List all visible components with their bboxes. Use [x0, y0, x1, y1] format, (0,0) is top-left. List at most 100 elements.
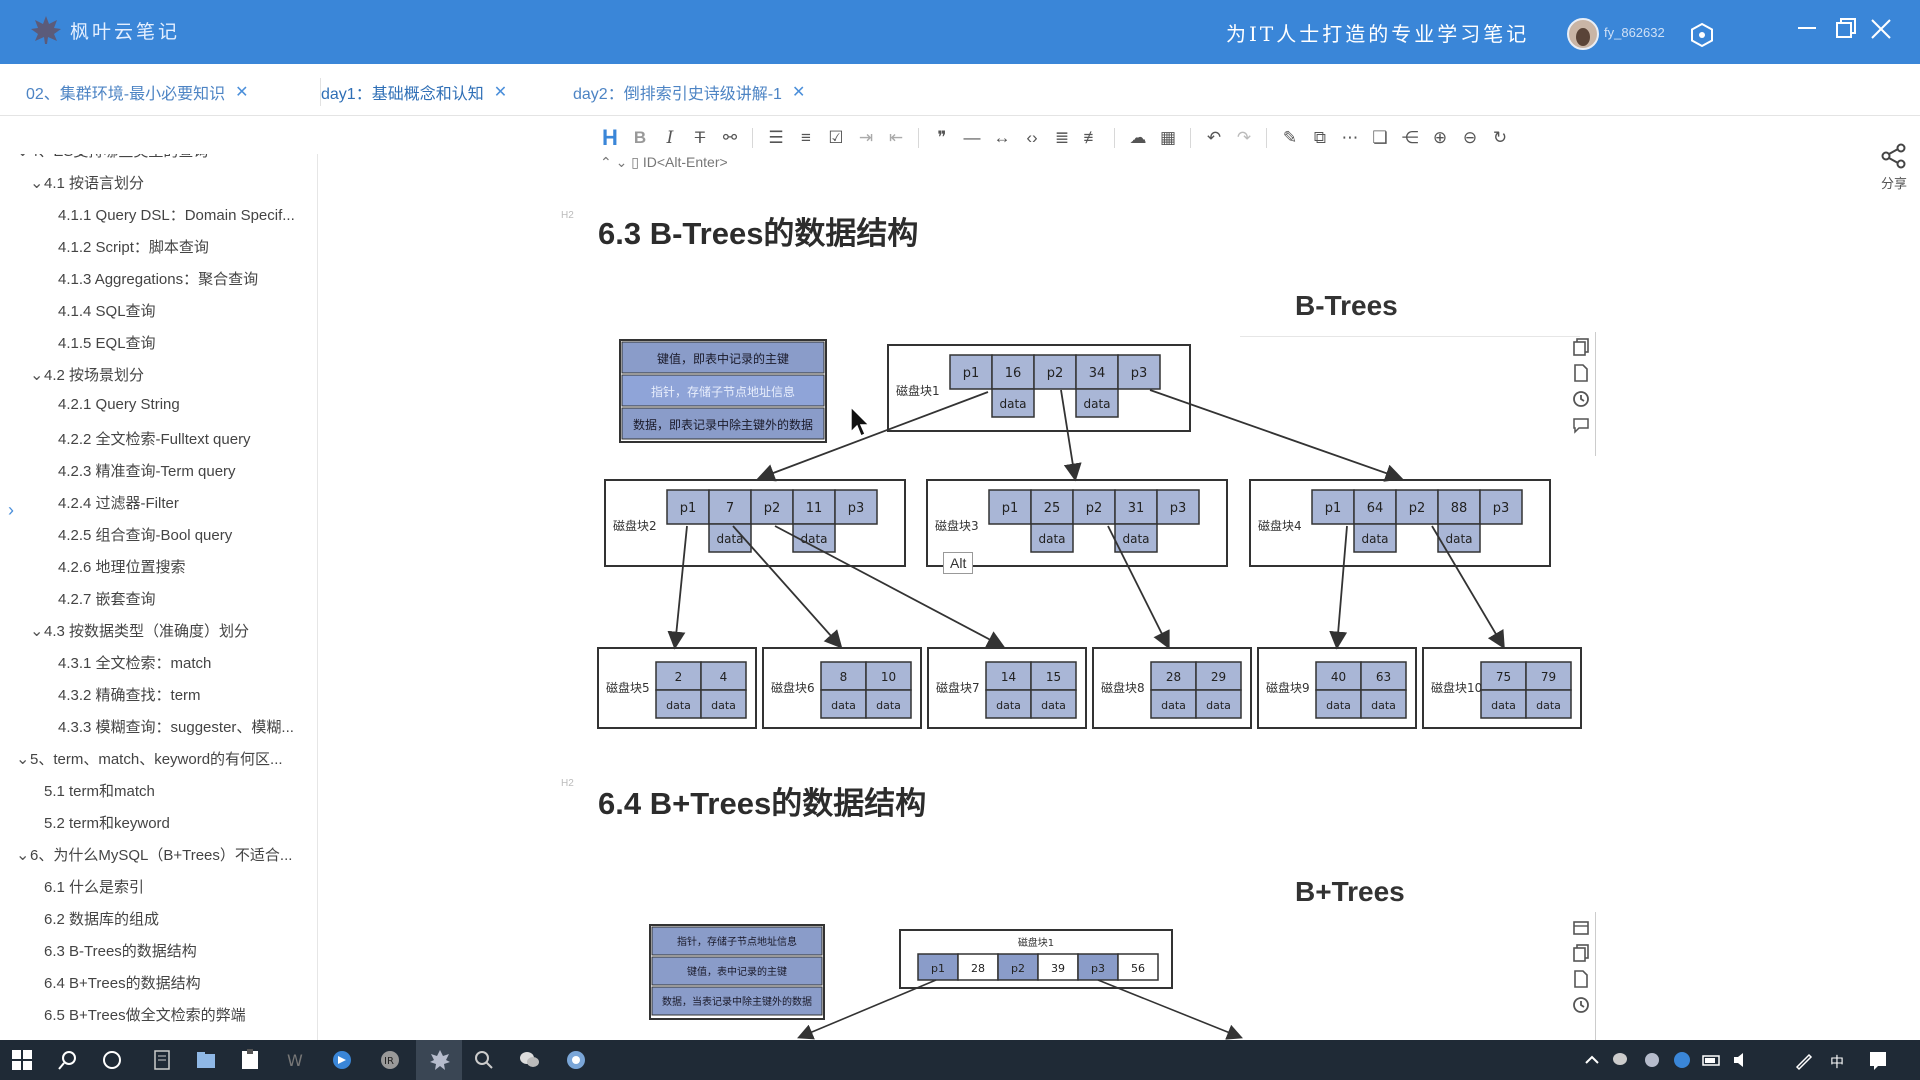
toc-item[interactable]: ⌄4、ES支持哪些类型的查询	[16, 154, 208, 161]
toc-item[interactable]: 4.2.2 全文检索-Fulltext query	[58, 428, 251, 449]
avatar[interactable]	[1567, 18, 1599, 50]
search-app-icon[interactable]	[472, 1048, 496, 1072]
feishu-icon[interactable]	[330, 1048, 354, 1072]
tab-cluster-env[interactable]: 02、集群环境-最小必要知识 ✕	[26, 78, 249, 106]
toc-item[interactable]: 6.5 B+Trees做全文检索的弊端	[44, 1004, 246, 1025]
heading-63[interactable]: 6.3 B-Trees的数据结构	[598, 208, 918, 253]
app-icon[interactable]: IR	[378, 1048, 402, 1072]
heading-icon[interactable]: H	[596, 124, 624, 152]
zoom-in-icon[interactable]: ⊕	[1426, 124, 1454, 152]
chevron-down-icon[interactable]: ⌄	[30, 173, 44, 193]
format-clear-icon[interactable]: ≢	[1078, 124, 1106, 152]
italic-icon[interactable]: I	[656, 124, 684, 152]
browser-icon[interactable]	[564, 1048, 588, 1072]
toc-item[interactable]: 4.1.3 Aggregations：聚合查询	[58, 268, 258, 289]
toc-item[interactable]: 4.3.2 精确查找：term	[58, 684, 201, 705]
close-icon[interactable]: ✕	[792, 82, 805, 102]
toc-item[interactable]: 4.1.2 Script：脚本查询	[58, 236, 209, 257]
note-app-icon[interactable]	[428, 1048, 452, 1072]
tab-day2[interactable]: day2：倒排索引史诗级讲解-1 ✕	[573, 78, 805, 106]
code-block-icon[interactable]: ‹›	[1018, 124, 1046, 152]
table-icon[interactable]: ▦	[1154, 124, 1182, 152]
toc-item[interactable]: 5.2 term和keyword	[44, 812, 170, 833]
feishu-tray-icon[interactable]	[1670, 1048, 1694, 1072]
ime-indicator[interactable]: 中	[1830, 1052, 1844, 1072]
toc-item[interactable]: 6.2 数据库的组成	[44, 908, 159, 929]
chevron-right-icon[interactable]: ›	[8, 500, 14, 521]
tray-app-icon[interactable]	[1640, 1048, 1664, 1072]
toc-item[interactable]: 4.2.4 过滤器-Filter	[58, 492, 179, 513]
toc-item[interactable]: 4.2.7 嵌套查询	[58, 588, 156, 609]
toc-item[interactable]: 4.1.4 SQL查询	[58, 300, 156, 321]
maximize-button[interactable]	[1830, 14, 1860, 44]
bullet-list-icon[interactable]: ☰	[762, 124, 790, 152]
history-icon[interactable]	[1572, 390, 1590, 408]
chevron-down-icon[interactable]: ⌄	[16, 154, 30, 161]
toc-item[interactable]: ⌄6、为什么MySQL（B+Trees）不适合...	[16, 844, 292, 865]
document-icon[interactable]	[1572, 364, 1590, 382]
redo-icon[interactable]: ↷	[1230, 124, 1258, 152]
toc-item[interactable]: ⌄4.1 按语言划分	[30, 172, 144, 193]
toc-item[interactable]: 6.1 什么是索引	[44, 876, 144, 897]
app-icon[interactable]: W	[284, 1048, 308, 1072]
username[interactable]: fy_862632	[1604, 25, 1665, 40]
undo-icon[interactable]: ↶	[1200, 124, 1228, 152]
horizontal-rule-icon[interactable]: —	[958, 124, 986, 152]
battery-icon[interactable]	[1700, 1048, 1724, 1072]
tab-day1[interactable]: day1：基础概念和认知 ✕	[320, 78, 507, 106]
chevron-down-icon[interactable]: ⌄	[30, 621, 44, 641]
zoom-out-icon[interactable]: ⊖	[1456, 124, 1484, 152]
toc-item[interactable]: 4.2.1 Query String	[58, 396, 180, 413]
toc-item[interactable]: 6.3 B-Trees的数据结构	[44, 940, 197, 961]
close-icon[interactable]: ✕	[235, 82, 248, 102]
pen-icon[interactable]	[1792, 1048, 1816, 1072]
toc-item[interactable]: ⌄5、term、match、keyword的有何区...	[16, 748, 283, 769]
indent-icon[interactable]: ⇥	[852, 124, 880, 152]
quote-icon[interactable]: ❞	[928, 124, 956, 152]
bookmark-icon[interactable]: ❏	[1366, 124, 1394, 152]
close-window-button[interactable]	[1866, 14, 1896, 44]
wechat-tray-icon[interactable]	[1610, 1048, 1634, 1072]
toc-item[interactable]: 4.3.1 全文检索：match	[58, 652, 211, 673]
copy-icon[interactable]	[1572, 338, 1590, 356]
outdent-icon[interactable]: ⇤	[882, 124, 910, 152]
chevron-down-icon[interactable]: ⌄	[30, 365, 44, 385]
toc-item[interactable]: 5.1 term和match	[44, 780, 155, 801]
notepad-icon[interactable]	[150, 1048, 174, 1072]
notification-icon[interactable]	[1866, 1048, 1890, 1072]
toc-item[interactable]: 4.1.5 EQL查询	[58, 332, 156, 353]
link-icon[interactable]: ⚯	[716, 124, 744, 152]
upload-icon[interactable]: ☁	[1124, 124, 1152, 152]
copy-icon[interactable]	[1572, 944, 1590, 962]
minimize-button[interactable]	[1792, 14, 1822, 44]
mindmap-icon[interactable]: ⋲	[1396, 124, 1424, 152]
checklist-icon[interactable]: ☑	[822, 124, 850, 152]
toc-item[interactable]: 4.2.5 组合查询-Bool query	[58, 524, 232, 545]
toc-item[interactable]: 6.4 B+Trees的数据结构	[44, 972, 201, 993]
search-icon[interactable]	[56, 1048, 80, 1072]
windows-start-icon[interactable]	[10, 1048, 34, 1072]
align-icon[interactable]: ≣	[1048, 124, 1076, 152]
code-inline-icon[interactable]: ↔	[988, 124, 1016, 152]
numbered-list-icon[interactable]: ≡	[792, 124, 820, 152]
toc-item[interactable]: 4.2.6 地理位置搜索	[58, 556, 186, 577]
toc-item[interactable]: 4.2.3 精准查询-Term query	[58, 460, 236, 481]
task-view-icon[interactable]	[100, 1048, 124, 1072]
explorer-icon[interactable]	[194, 1048, 218, 1072]
calendar-icon[interactable]	[1572, 918, 1590, 936]
chevron-down-icon[interactable]: ⌄	[16, 845, 30, 865]
toc-item[interactable]: 4.1.1 Query DSL：Domain Specif...	[58, 204, 295, 225]
edit-icon[interactable]: ✎	[1276, 124, 1304, 152]
comment-icon[interactable]	[1572, 416, 1590, 434]
chevron-up-icon[interactable]	[1580, 1048, 1604, 1072]
strikethrough-icon[interactable]: T	[686, 124, 714, 152]
bold-icon[interactable]: B	[626, 124, 654, 152]
toc-item[interactable]: ⌄4.3 按数据类型（准确度）划分	[30, 620, 249, 641]
wechat-icon[interactable]	[518, 1048, 542, 1072]
refresh-icon[interactable]: ↻	[1486, 124, 1514, 152]
settings-hex-icon[interactable]	[1690, 22, 1714, 53]
toc-item[interactable]: 4.3.3 模糊查询：suggester、模糊...	[58, 716, 294, 737]
share-button[interactable]: 分享	[1880, 142, 1908, 192]
history-icon[interactable]	[1572, 996, 1590, 1014]
heading-64[interactable]: 6.4 B+Trees的数据结构	[598, 778, 926, 823]
